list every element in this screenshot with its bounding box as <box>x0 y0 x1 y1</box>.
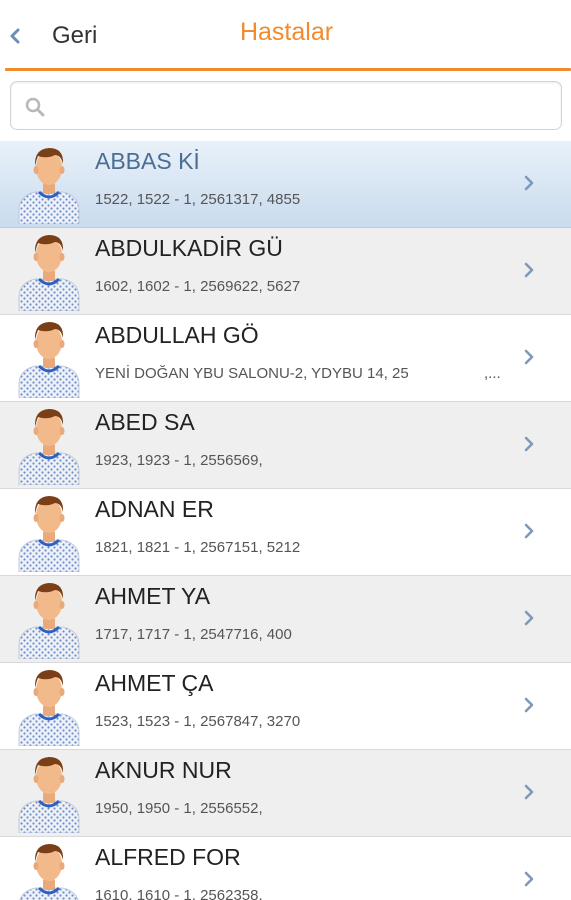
chevron-right-icon <box>524 349 534 365</box>
page-title: Hastalar <box>239 18 334 46</box>
chevron-right-icon <box>524 436 534 452</box>
patient-avatar-icon <box>19 844 79 900</box>
patient-detail: 1602, 1602 - 1, 2569622, 5627 <box>95 278 301 295</box>
patient-avatar-icon <box>18 496 80 572</box>
patient-avatar-icon <box>18 583 80 659</box>
patient-avatar-icon <box>18 235 80 311</box>
patient-row[interactable]: ABDULLAH GÖ YENİ DOĞAN YBU SALONU-2, YDY… <box>0 315 571 402</box>
patient-detail: 1923, 1923 - 1, 2556569, <box>95 452 263 469</box>
patient-detail: 1821, 1821 - 1, 2567151, 5212 <box>95 539 301 556</box>
patient-avatar-icon <box>18 322 80 398</box>
patient-detail-extra: ,... <box>484 365 501 382</box>
patient-name: ADNAN ER <box>95 496 214 522</box>
patient-name: ABDULKADİR GÜ <box>95 235 283 261</box>
patient-name: ABBAS Kİ <box>95 148 200 174</box>
chevron-right-icon <box>524 610 534 626</box>
chevron-right-icon <box>524 871 534 887</box>
patient-detail: 1523, 1523 - 1, 2567847, 3270 <box>95 713 301 730</box>
patient-avatar-icon <box>18 409 80 485</box>
chevron-right-icon <box>524 784 534 800</box>
patient-detail: YENİ DOĞAN YBU SALONU-2, YDYBU 14, 25 <box>95 365 409 382</box>
patient-detail: 1717, 1717 - 1, 2547716, 400 <box>95 626 292 643</box>
search-input[interactable] <box>57 88 551 124</box>
patient-name: AHMET YA <box>95 583 211 609</box>
chevron-right-icon <box>524 262 534 278</box>
patient-detail: 1950, 1950 - 1, 2556552, <box>95 800 263 817</box>
patient-detail: 1610, 1610 - 1, 2562358, <box>95 887 263 900</box>
patient-row[interactable]: ABBAS Kİ 1522, 1522 - 1, 2561317, 4855 <box>0 141 571 228</box>
patient-avatar-icon <box>18 670 80 746</box>
patient-avatar-icon <box>18 757 80 833</box>
patient-detail: 1522, 1522 - 1, 2561317, 4855 <box>95 191 301 208</box>
patient-row[interactable]: ABDULKADİR GÜ 1602, 1602 - 1, 2569622, 5… <box>0 228 571 315</box>
search-icon <box>25 97 45 117</box>
patient-row[interactable]: AHMET ÇA 1523, 1523 - 1, 2567847, 3270 <box>0 663 571 750</box>
nav-header: Geri Hastalar <box>0 0 571 71</box>
chevron-right-icon <box>524 697 534 713</box>
patient-row[interactable]: ABED SA 1923, 1923 - 1, 2556569, <box>0 402 571 489</box>
patient-name: AKNUR NUR <box>95 757 232 783</box>
patient-name: ALFRED FOR <box>95 844 241 870</box>
search-bar <box>0 71 571 141</box>
patient-name: AHMET ÇA <box>95 670 214 696</box>
chevron-right-icon <box>524 523 534 539</box>
patient-list: ABBAS Kİ 1522, 1522 - 1, 2561317, 4855 A… <box>0 141 571 900</box>
patient-row[interactable]: AHMET YA 1717, 1717 - 1, 2547716, 400 <box>0 576 571 663</box>
chevron-right-icon <box>524 175 534 191</box>
patient-row[interactable]: ALFRED FOR 1610, 1610 - 1, 2562358, <box>0 837 571 900</box>
search-box[interactable] <box>10 81 562 130</box>
patient-avatar-icon <box>18 148 80 224</box>
patient-name: ABDULLAH GÖ <box>95 322 259 348</box>
patient-name: ABED SA <box>95 409 195 435</box>
patient-row[interactable]: AKNUR NUR 1950, 1950 - 1, 2556552, <box>0 750 571 837</box>
patient-row[interactable]: ADNAN ER 1821, 1821 - 1, 2567151, 5212 <box>0 489 571 576</box>
